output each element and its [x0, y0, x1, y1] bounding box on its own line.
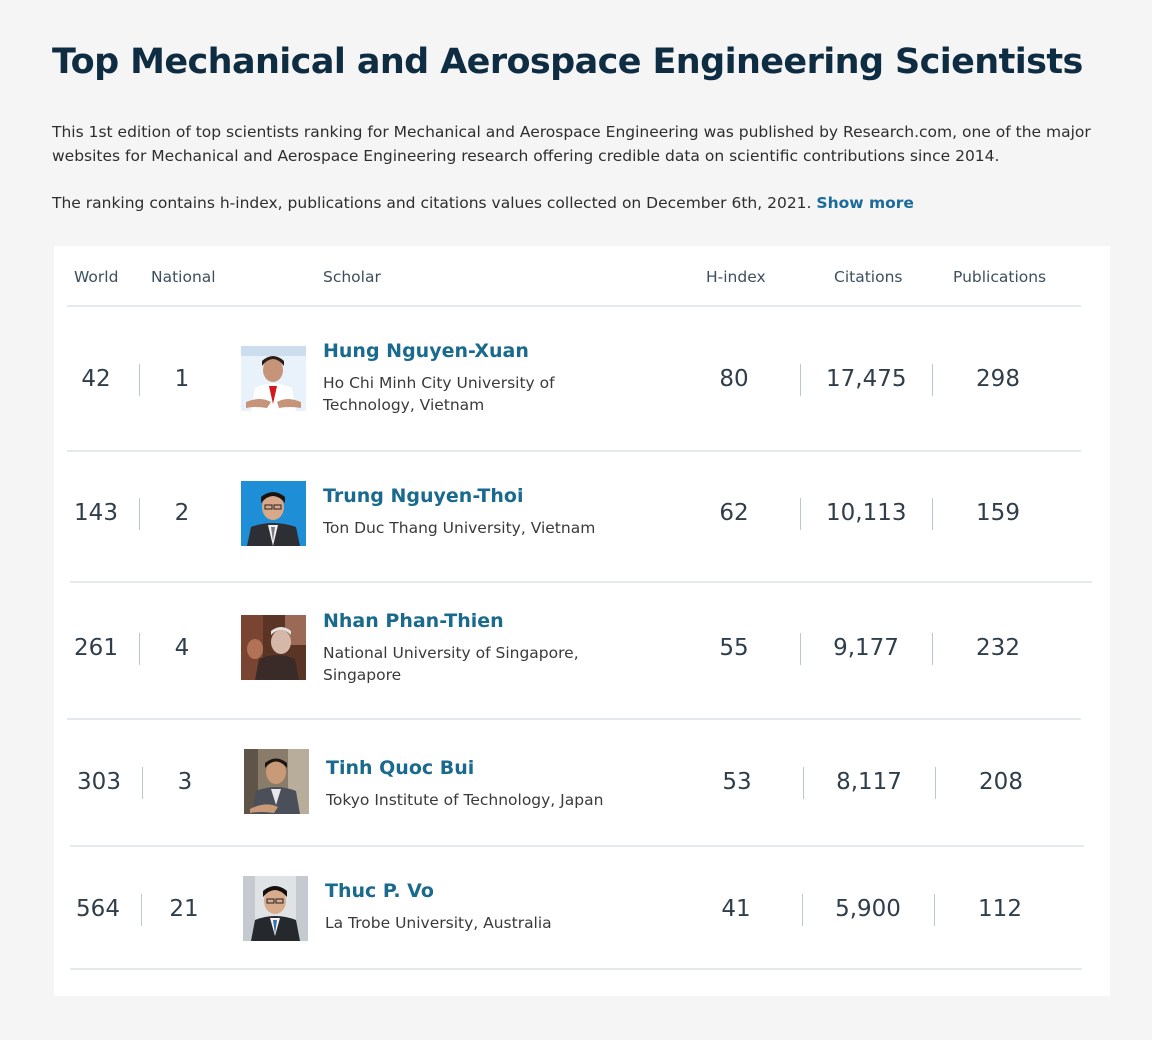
- ranking-table: World National Scholar H-index Citations…: [54, 246, 1110, 996]
- header-hindex: H-index: [706, 268, 766, 286]
- intro-date-text: The ranking contains h-index, publicatio…: [52, 194, 812, 212]
- column-divider: [800, 364, 801, 396]
- column-divider: [139, 633, 140, 665]
- table-row: 564 21 Thuc P. Vo La Trobe University, A…: [54, 847, 1110, 969]
- header-scholar: Scholar: [323, 268, 381, 286]
- citations-value: 17,475: [826, 366, 907, 392]
- world-rank: 303: [77, 769, 121, 795]
- column-divider: [142, 767, 143, 799]
- column-divider: [934, 894, 935, 926]
- column-divider: [932, 633, 933, 665]
- citations-value: 10,113: [826, 500, 907, 526]
- scholar-avatar[interactable]: [244, 749, 309, 814]
- column-divider: [932, 364, 933, 396]
- publications-value: 232: [976, 635, 1020, 661]
- column-divider: [932, 498, 933, 530]
- hindex-value: 53: [722, 769, 752, 795]
- column-divider: [139, 498, 140, 530]
- table-row: 303 3 Tinh Quoc Bui Tokyo Institute of T…: [54, 720, 1110, 845]
- world-rank: 261: [74, 635, 118, 661]
- row-divider: [70, 968, 1082, 970]
- table-row: 143 2 Trung Nguyen-Thoi Ton Duc Thang Un…: [54, 452, 1110, 582]
- national-rank: 1: [174, 366, 190, 392]
- table-row: 261 4 Nhan Phan-Thien National Universit…: [54, 583, 1110, 719]
- world-rank: 564: [76, 896, 120, 922]
- scholar-affiliation: Tokyo Institute of Technology, Japan: [326, 791, 604, 809]
- hindex-value: 62: [719, 500, 749, 526]
- column-divider: [803, 767, 804, 799]
- scholar-affiliation: La Trobe University, Australia: [325, 914, 552, 932]
- column-divider: [800, 498, 801, 530]
- header-publications: Publications: [953, 268, 1047, 286]
- scholar-avatar[interactable]: [241, 346, 306, 411]
- table-row: 42 1 Hung Nguyen-Xuan Ho Chi Minh City U…: [54, 306, 1110, 450]
- intro-paragraph: This 1st edition of top scientists ranki…: [52, 123, 1091, 165]
- scholar-avatar[interactable]: [241, 615, 306, 680]
- scholar-affiliation: Ho Chi Minh City University of Technolog…: [323, 374, 555, 414]
- national-rank: 4: [174, 635, 190, 661]
- header-national: National: [151, 268, 216, 286]
- intro-paragraph-date: The ranking contains h-index, publicatio…: [52, 191, 1122, 215]
- hindex-value: 41: [721, 896, 751, 922]
- column-divider: [802, 894, 803, 926]
- publications-value: 159: [976, 500, 1020, 526]
- publications-value: 112: [978, 896, 1022, 922]
- scholar-affiliation: Ton Duc Thang University, Vietnam: [323, 519, 596, 537]
- scholar-name-link[interactable]: Nhan Phan-Thien: [323, 610, 504, 632]
- national-rank: 3: [177, 769, 193, 795]
- header-world: World: [74, 268, 119, 286]
- publications-value: 298: [976, 366, 1020, 392]
- column-divider: [141, 894, 142, 926]
- scholar-name-link[interactable]: Trung Nguyen-Thoi: [323, 485, 523, 507]
- citations-value: 8,117: [836, 769, 902, 795]
- world-rank: 42: [81, 366, 111, 392]
- column-divider: [935, 767, 936, 799]
- scholar-name-link[interactable]: Hung Nguyen-Xuan: [323, 340, 529, 362]
- column-divider: [139, 364, 140, 396]
- citations-value: 5,900: [835, 896, 901, 922]
- hindex-value: 55: [719, 635, 749, 661]
- hindex-value: 80: [719, 366, 749, 392]
- page-title: Top Mechanical and Aerospace Engineering…: [52, 42, 1083, 82]
- header-citations: Citations: [834, 268, 903, 286]
- scholar-affiliation: National University of Singapore, Singap…: [323, 644, 579, 684]
- scholar-avatar[interactable]: [243, 876, 308, 941]
- scholar-name-link[interactable]: Tinh Quoc Bui: [326, 757, 474, 779]
- scholar-name-link[interactable]: Thuc P. Vo: [325, 880, 434, 902]
- show-more-link[interactable]: Show more: [816, 194, 914, 212]
- publications-value: 208: [979, 769, 1023, 795]
- national-rank: 2: [174, 500, 190, 526]
- world-rank: 143: [74, 500, 118, 526]
- scholar-avatar[interactable]: [241, 481, 306, 546]
- national-rank: 21: [169, 896, 199, 922]
- citations-value: 9,177: [833, 635, 899, 661]
- column-divider: [800, 633, 801, 665]
